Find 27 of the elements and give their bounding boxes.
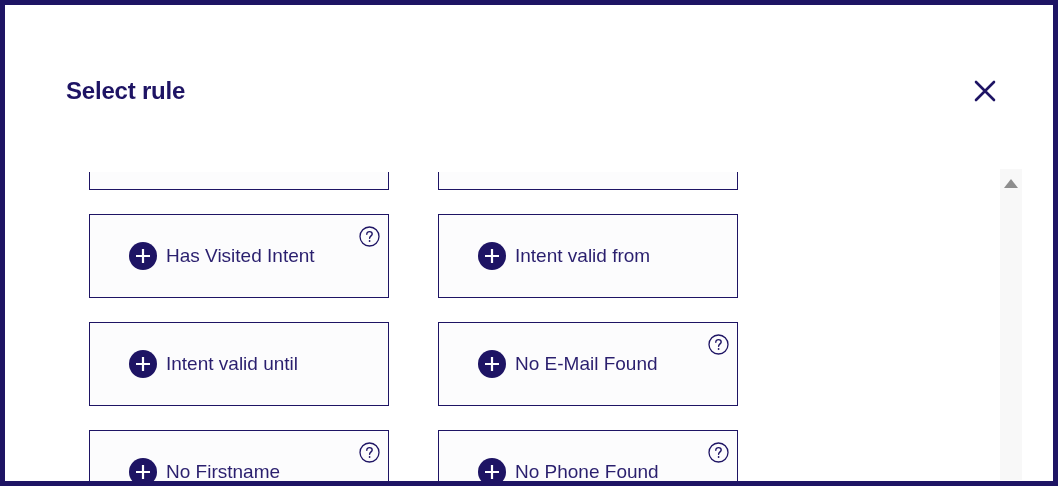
help-icon[interactable] bbox=[359, 442, 380, 463]
plus-icon bbox=[478, 458, 506, 481]
rule-card[interactable]: No Firstname bbox=[89, 430, 389, 481]
rule-label: No Phone Found bbox=[515, 461, 659, 481]
plus-icon bbox=[478, 242, 506, 270]
plus-icon bbox=[478, 350, 506, 378]
rule-card[interactable]: Has Visited Intent bbox=[89, 214, 389, 298]
scroll-up-arrow-icon[interactable] bbox=[1004, 179, 1018, 188]
plus-icon bbox=[129, 242, 157, 270]
help-icon[interactable] bbox=[708, 442, 729, 463]
rule-label: Intent valid until bbox=[166, 353, 299, 375]
rule-card[interactable]: No E-Mail Found bbox=[438, 322, 738, 406]
rule-label: Has Visited Intent bbox=[166, 245, 315, 267]
plus-icon bbox=[129, 350, 157, 378]
rule-label: No Firstname bbox=[166, 461, 281, 481]
rule-label: No E-Mail Found bbox=[515, 353, 658, 375]
scrollbar[interactable] bbox=[1000, 169, 1022, 480]
rule-card[interactable]: No Phone Found bbox=[438, 430, 738, 481]
help-icon[interactable] bbox=[708, 334, 729, 355]
plus-icon bbox=[129, 458, 157, 481]
close-icon bbox=[973, 79, 997, 103]
help-icon[interactable] bbox=[359, 226, 380, 247]
rule-card[interactable]: Intent valid until bbox=[89, 322, 389, 406]
dialog-title: Select rule bbox=[66, 77, 186, 105]
close-button[interactable] bbox=[973, 79, 997, 103]
rule-card[interactable]: Intent valid from bbox=[438, 214, 738, 298]
rule-label: Intent valid from bbox=[515, 245, 651, 267]
